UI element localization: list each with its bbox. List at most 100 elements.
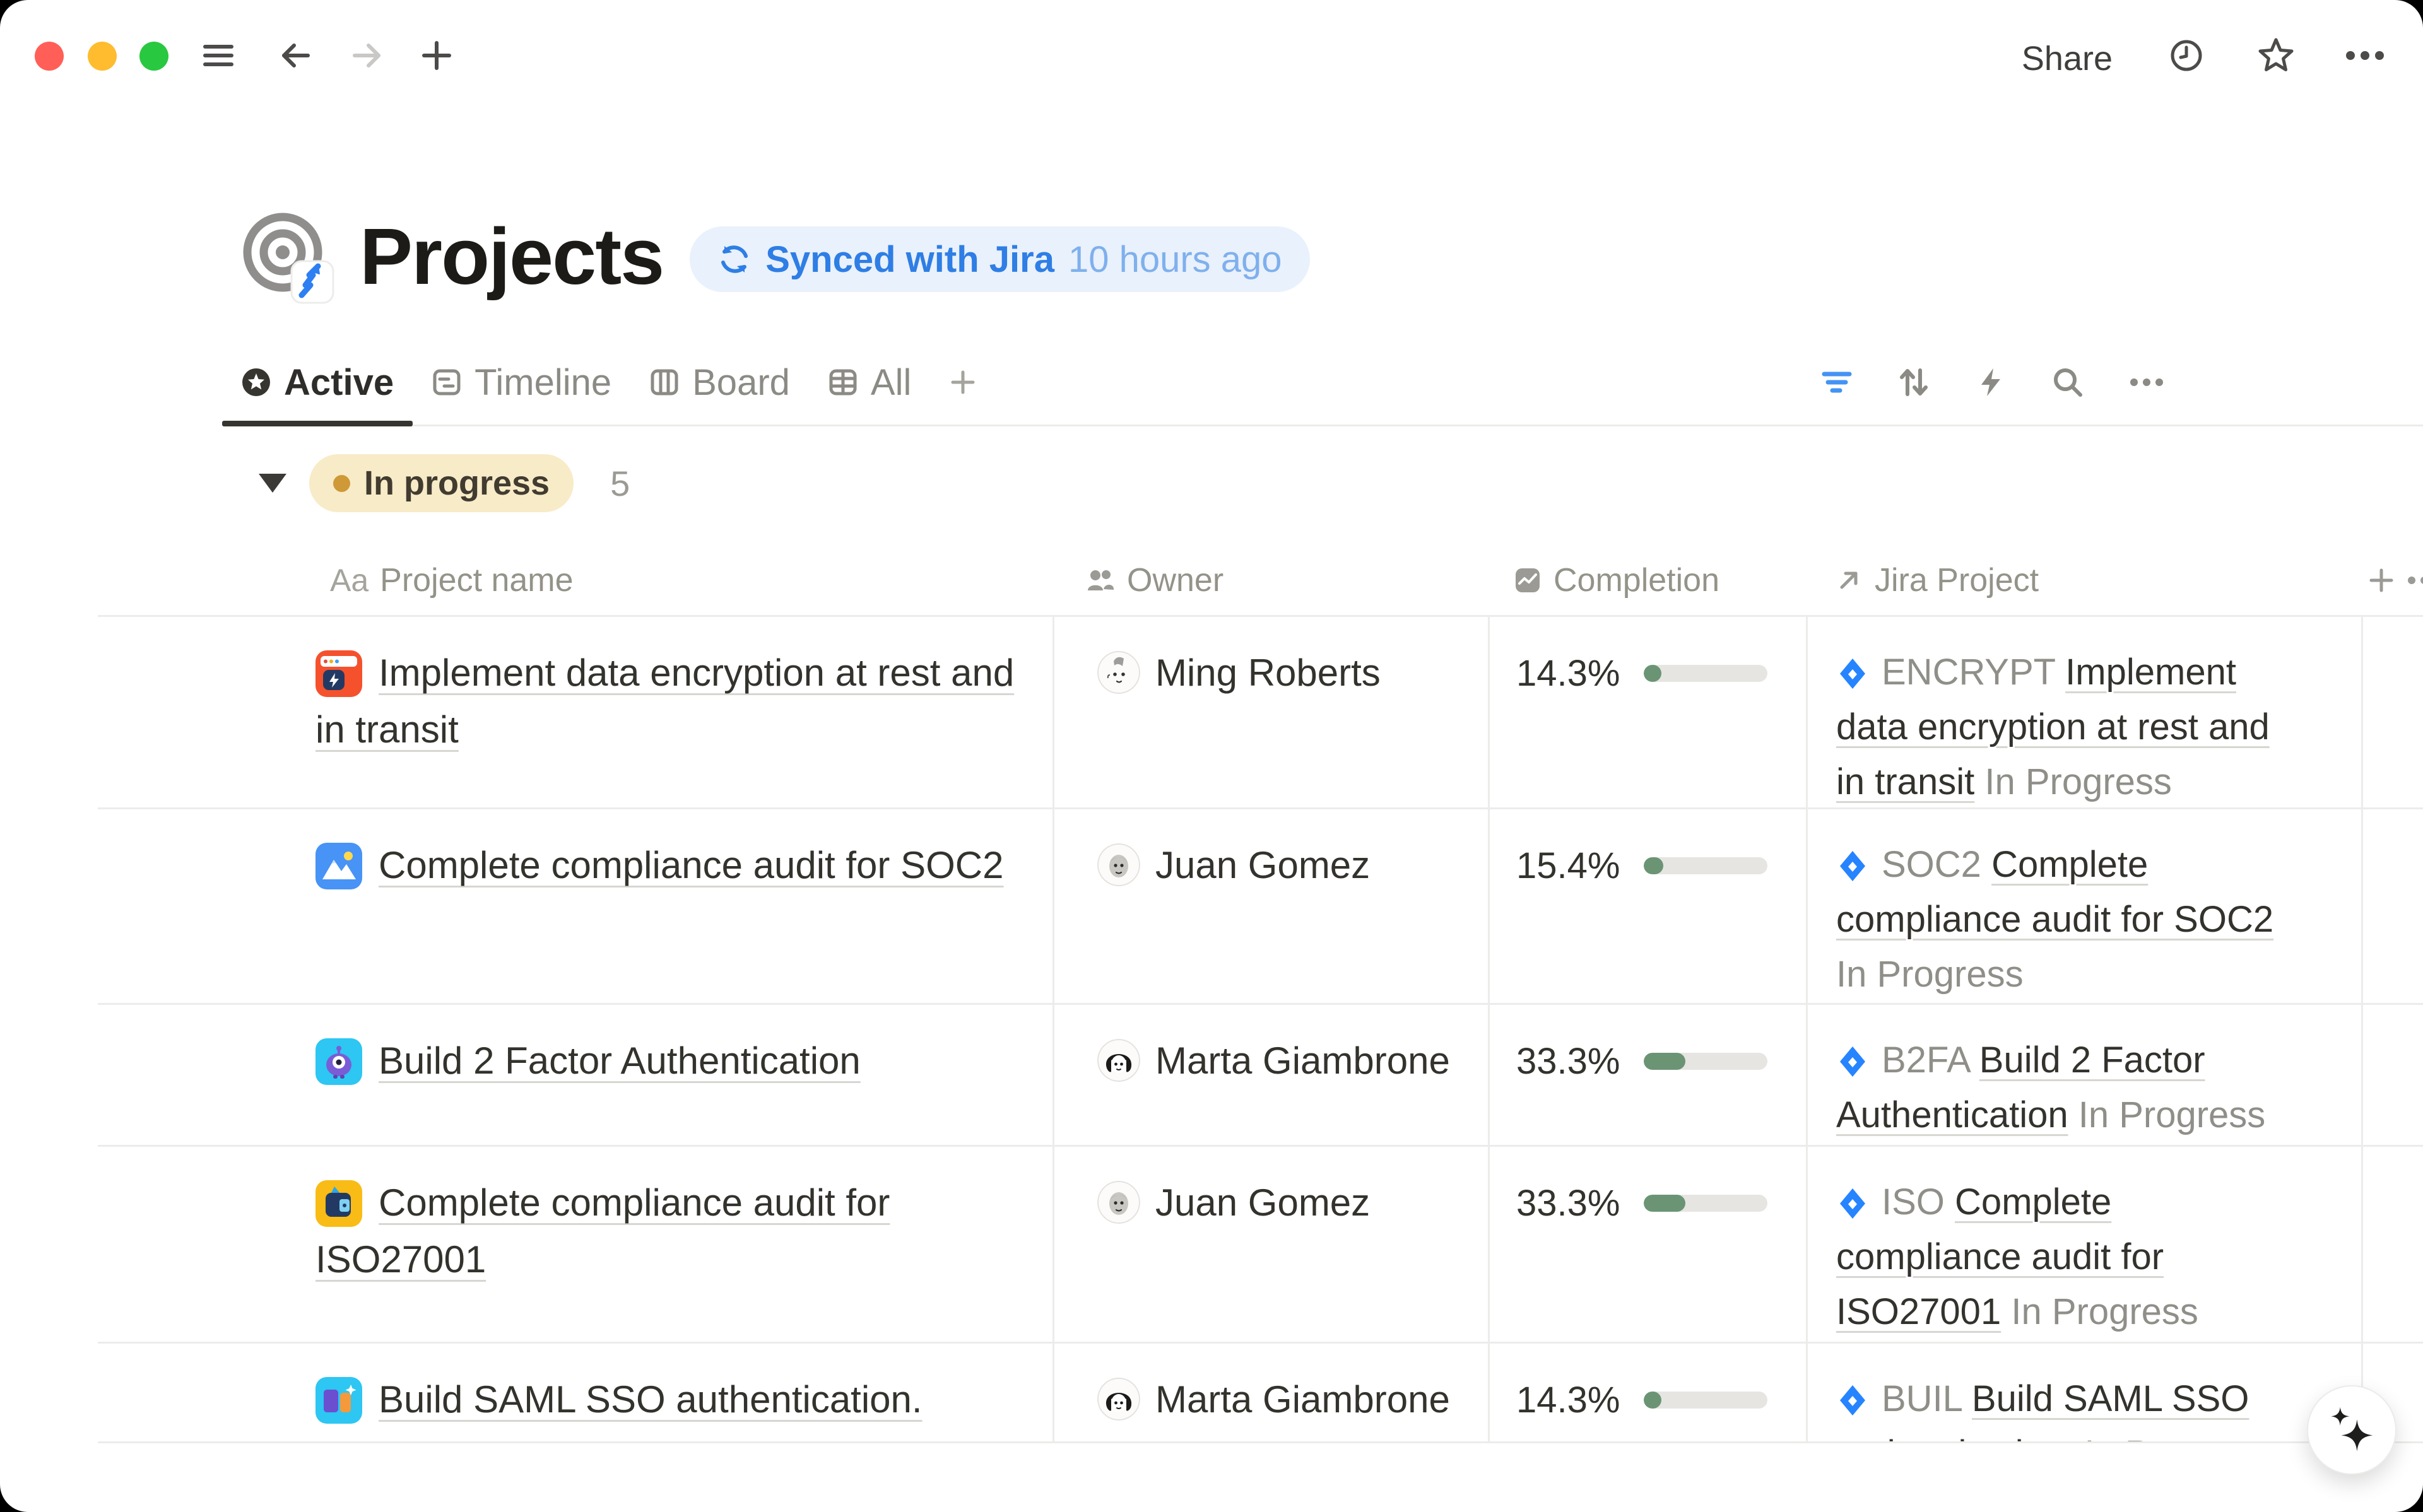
- page-title: Projects: [360, 211, 663, 302]
- view-more-icon[interactable]: [2129, 377, 2164, 388]
- avatar: [1097, 651, 1140, 694]
- view-tabs-bar: Active Timeline Board: [0, 338, 2423, 426]
- group-header: In progress 5: [240, 454, 630, 512]
- project-photo-icon: [315, 843, 362, 889]
- jira-project-cell[interactable]: SOC2 Complete compliance audit for SOC2 …: [1806, 809, 2361, 1003]
- column-header-owner[interactable]: Owner: [1052, 546, 1488, 615]
- table-row: Implement data encryption at rest and in…: [98, 617, 2423, 809]
- jira-project-cell[interactable]: B2FA Build 2 Factor Authentication In Pr…: [1806, 1005, 2361, 1145]
- window-close-button[interactable]: [35, 42, 64, 71]
- jira-logo-icon: [1836, 1045, 1869, 1078]
- back-icon[interactable]: [279, 39, 312, 72]
- notion-ai-button[interactable]: [2307, 1385, 2396, 1475]
- avatar: [1097, 1181, 1140, 1224]
- tab-label: Board: [692, 361, 790, 404]
- progress-bar: [1644, 1195, 1767, 1212]
- jira-logo-icon: [1836, 850, 1869, 882]
- project-name-cell[interactable]: Complete compliance audit for SOC2: [98, 809, 1052, 1003]
- add-view-button[interactable]: [930, 338, 996, 426]
- window-zoom-button[interactable]: [139, 42, 168, 71]
- status-badge[interactable]: In progress: [309, 454, 574, 512]
- column-more-icon: [2407, 575, 2423, 586]
- group-count: 5: [610, 463, 630, 504]
- jira-sync-badge[interactable]: Synced with Jira 10 hours ago: [690, 226, 1309, 292]
- window-minimize-button[interactable]: [88, 42, 117, 71]
- history-clock-icon[interactable]: [2169, 38, 2202, 71]
- empty-cell: [2361, 1147, 2423, 1342]
- tab-board[interactable]: Board: [630, 338, 809, 426]
- jira-project-cell[interactable]: ENCRYPT Implement data encryption at res…: [1806, 617, 2361, 809]
- jira-logo-icon: [1836, 1384, 1869, 1417]
- owner-name: Ming Roberts: [1155, 645, 1381, 701]
- sync-icon: [717, 242, 752, 276]
- completion-percent: 14.3%: [1516, 652, 1620, 694]
- owner-cell[interactable]: Marta Giambrone: [1052, 1005, 1488, 1145]
- group-label: In progress: [364, 464, 550, 503]
- table-icon: [828, 367, 858, 397]
- table-row: Build SAML SSO authentication. Marta Gia…: [98, 1344, 2423, 1443]
- text-property-icon: Aa: [330, 562, 368, 599]
- completion-cell[interactable]: 33.3%: [1488, 1147, 1806, 1342]
- new-tab-icon[interactable]: [420, 39, 453, 72]
- completion-cell[interactable]: 33.3%: [1488, 1005, 1806, 1145]
- completion-cell[interactable]: 15.4%: [1488, 809, 1806, 1003]
- page-header: Projects Synced with Jira 10 hours ago: [239, 208, 1310, 304]
- table-row: Build 2 Factor Authentication Marta Giam…: [98, 1005, 2423, 1147]
- column-header-project-name[interactable]: Aa Project name: [98, 546, 1052, 615]
- sync-label: Synced with Jira: [765, 238, 1054, 281]
- owner-cell[interactable]: Juan Gomez: [1052, 809, 1488, 1003]
- jira-project-cell[interactable]: BUIL Build SAML SSO authentication. In P…: [1806, 1344, 2361, 1443]
- app-window: Share Projects: [0, 0, 2423, 1512]
- collapse-caret-icon[interactable]: [259, 474, 286, 493]
- jira-project-cell[interactable]: ISO Complete compliance audit for ISO270…: [1806, 1147, 2361, 1342]
- completion-percent: 33.3%: [1516, 1182, 1620, 1224]
- project-books-icon: [315, 1377, 362, 1424]
- column-header-jira-project[interactable]: Jira Project: [1806, 546, 2361, 615]
- project-name-cell[interactable]: Implement data encryption at rest and in…: [98, 617, 1052, 809]
- sync-time: 10 hours ago: [1068, 238, 1282, 281]
- owner-cell[interactable]: Juan Gomez: [1052, 1147, 1488, 1342]
- avatar: [1097, 843, 1140, 886]
- progress-bar: [1644, 1053, 1767, 1070]
- chart-icon: [1513, 566, 1542, 595]
- owner-name: Marta Giambrone: [1155, 1033, 1450, 1089]
- progress-bar: [1644, 1392, 1767, 1409]
- sidebar-menu-icon[interactable]: [202, 39, 235, 72]
- tab-all[interactable]: All: [809, 338, 930, 426]
- completion-cell[interactable]: 14.3%: [1488, 1344, 1806, 1443]
- jira-logo-icon: [1836, 1187, 1869, 1220]
- add-column-button[interactable]: [2361, 546, 2423, 615]
- progress-bar: [1644, 665, 1767, 682]
- project-name-cell[interactable]: Build SAML SSO authentication.: [98, 1344, 1052, 1443]
- progress-bar: [1644, 857, 1767, 874]
- avatar: [1097, 1039, 1140, 1082]
- table-header-row: Aa Project name Owner Completion: [98, 546, 2423, 617]
- project-monster-icon: [315, 1038, 362, 1085]
- tab-label: All: [871, 361, 911, 404]
- completion-cell[interactable]: 14.3%: [1488, 617, 1806, 809]
- sort-icon[interactable]: [1898, 366, 1930, 398]
- forward-icon[interactable]: [351, 39, 384, 72]
- owner-name: Juan Gomez: [1155, 1175, 1370, 1231]
- project-name-cell[interactable]: Build 2 Factor Authentication: [98, 1005, 1052, 1145]
- owner-cell[interactable]: Ming Roberts: [1052, 617, 1488, 809]
- tab-timeline[interactable]: Timeline: [413, 338, 630, 426]
- more-options-icon[interactable]: [2345, 49, 2378, 82]
- search-icon[interactable]: [2052, 366, 2084, 398]
- share-button[interactable]: Share: [2022, 39, 2113, 78]
- filter-icon[interactable]: [1821, 366, 1853, 398]
- automations-bolt-icon[interactable]: [1975, 366, 2007, 398]
- tab-label: Active: [284, 361, 394, 404]
- owner-cell[interactable]: Marta Giambrone: [1052, 1344, 1488, 1443]
- plus-icon: [949, 368, 977, 396]
- empty-cell: [2361, 617, 2423, 809]
- page-target-icon[interactable]: [239, 208, 334, 304]
- empty-cell: [2361, 1005, 2423, 1145]
- favorite-star-icon[interactable]: [2258, 37, 2290, 69]
- sparkles-icon: [2325, 1404, 2378, 1456]
- arrow-up-right-icon: [1834, 566, 1863, 595]
- project-name-cell[interactable]: Complete compliance audit for ISO27001: [98, 1147, 1052, 1342]
- status-dot-icon: [333, 475, 350, 492]
- column-header-completion[interactable]: Completion: [1488, 546, 1806, 615]
- tab-active[interactable]: Active: [222, 338, 413, 426]
